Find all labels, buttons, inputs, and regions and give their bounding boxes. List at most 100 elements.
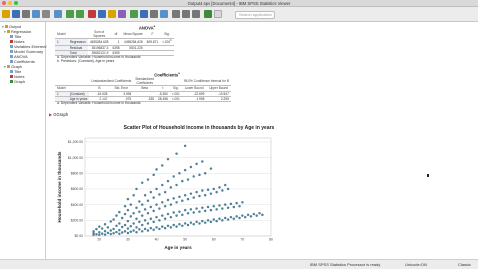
spell-check-icon[interactable] (140, 10, 148, 18)
data-point (238, 205, 241, 208)
data-point (181, 224, 184, 228)
y-tick-label: $200.00 (71, 219, 83, 223)
x-tick-label: 50 (183, 238, 187, 242)
table-header: Unstandardized Coefficients (89, 77, 134, 87)
data-point (115, 230, 118, 234)
open-icon[interactable] (2, 10, 10, 18)
table-header: df (110, 30, 122, 40)
mouse-cursor (427, 174, 429, 177)
search-input[interactable]: Search application (235, 11, 275, 19)
scatter-chart[interactable]: $0.00 $200.00 $400.00 $600.00 $800.00 $1,000.… (49, 132, 299, 258)
recall-dialog-icon[interactable] (54, 10, 62, 18)
data-point (246, 213, 250, 217)
data-point (141, 203, 144, 206)
data-point (198, 222, 201, 225)
redo-icon[interactable] (76, 10, 84, 18)
data-point (195, 207, 198, 210)
data-point (192, 196, 195, 199)
chart-gridlines (85, 141, 271, 237)
data-point (183, 144, 187, 148)
data-point (95, 227, 98, 231)
data-point (192, 223, 195, 226)
data-point (235, 201, 238, 205)
insert-title-icon[interactable] (160, 10, 168, 18)
variables-icon[interactable] (108, 10, 116, 18)
data-point (138, 200, 141, 203)
data-point (203, 172, 207, 175)
title-icon (10, 70, 13, 74)
goto-data-icon[interactable] (88, 10, 96, 18)
data-point (152, 220, 155, 224)
demote-icon[interactable] (192, 10, 200, 18)
x-tick-label: 20 (97, 238, 101, 242)
data-point (203, 209, 207, 213)
x-tick-label: 60 (212, 238, 216, 242)
data-point (183, 194, 187, 197)
x-tick-label: 70 (240, 238, 244, 242)
data-point (212, 205, 215, 208)
data-point (241, 201, 244, 204)
use-sets-icon[interactable] (118, 10, 126, 18)
data-point (143, 208, 147, 211)
print-preview-icon[interactable] (32, 10, 40, 18)
data-point (115, 214, 118, 217)
data-point (178, 223, 181, 226)
data-point (192, 175, 195, 178)
outline-item-graph-graph[interactable]: Graph (10, 79, 25, 84)
y-tick-label: $600.00 (71, 187, 83, 191)
data-point (141, 214, 144, 217)
data-point (123, 223, 127, 227)
anova-table[interactable]: Model Sum of Squares df Mean Square F Si… (55, 30, 174, 57)
save-icon[interactable] (12, 10, 20, 18)
data-point (212, 187, 215, 191)
data-point (209, 220, 213, 224)
data-point (152, 228, 155, 231)
mode-status: Classic (458, 262, 471, 267)
x-tick-label: 40 (155, 238, 159, 242)
data-point (189, 192, 193, 195)
table-header: F (144, 30, 161, 40)
show-all-variables-icon[interactable] (130, 10, 138, 18)
table-icon (10, 60, 13, 64)
data-point (203, 221, 207, 224)
data-point (172, 223, 175, 227)
data-point (112, 227, 115, 231)
table-header: Standardized Coefficients (133, 77, 157, 87)
table-header: Model (55, 30, 68, 40)
data-point (109, 232, 112, 236)
print-icon[interactable] (22, 10, 30, 18)
book-icon (7, 65, 10, 69)
data-point (149, 226, 153, 230)
data-point (143, 194, 147, 197)
insert-text-icon[interactable] (172, 10, 180, 18)
data-point (103, 223, 107, 226)
ggraph-heading[interactable]: ▶ GGraph (49, 112, 68, 117)
export-icon[interactable] (42, 10, 50, 18)
data-point (135, 206, 138, 209)
data-point (221, 219, 224, 222)
arrow-right-icon: ▶ (49, 112, 53, 117)
table-cell: -5.360 (156, 91, 170, 97)
table-header: Lower Bound (181, 85, 207, 92)
collapse-icon[interactable] (214, 10, 222, 18)
data-point (98, 233, 101, 237)
x-tick-label: 80 (269, 238, 273, 242)
data-point (183, 168, 187, 172)
data-point (141, 181, 144, 184)
data-point (106, 226, 110, 229)
promote-icon[interactable] (182, 10, 190, 18)
coefficients-table[interactable]: Unstandardized Coefficients Standardized… (55, 77, 231, 103)
goto-case-icon[interactable] (98, 10, 106, 18)
data-point (203, 194, 207, 197)
y-tick-labels: $0.00 $200.00 $400.00 $600.00 $800.00 $1,000.… (68, 140, 83, 238)
data-point (169, 215, 173, 219)
undo-icon[interactable] (66, 10, 74, 18)
data-point (115, 224, 118, 228)
designated-window-icon[interactable] (204, 10, 212, 18)
data-point (169, 186, 173, 189)
table-icon (10, 45, 13, 49)
insert-heading-icon[interactable] (150, 10, 158, 18)
data-point (238, 216, 241, 220)
data-point (215, 208, 218, 211)
data-point (186, 178, 190, 181)
